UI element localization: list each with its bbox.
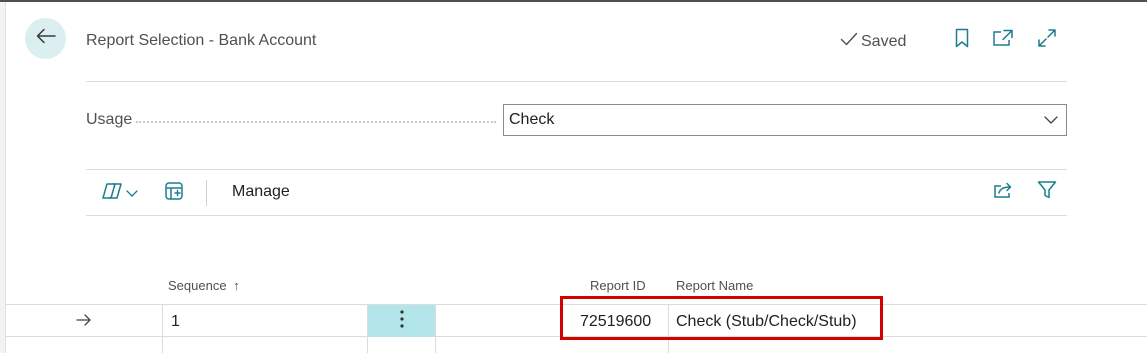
row-indicator-arrow-icon xyxy=(75,311,93,329)
bookmark-icon xyxy=(955,28,969,53)
column-header-report-name[interactable]: Report Name xyxy=(676,278,753,293)
copilot-icon xyxy=(101,181,123,206)
open-in-new-window-button[interactable] xyxy=(991,28,1015,52)
check-icon xyxy=(840,32,858,51)
filter-button[interactable] xyxy=(1035,180,1059,204)
new-line-icon xyxy=(164,181,184,206)
manage-menu-button[interactable]: Manage xyxy=(232,183,290,201)
share-icon xyxy=(993,181,1013,204)
new-line-button[interactable] xyxy=(162,181,186,205)
expand-icon xyxy=(1037,28,1057,53)
share-button[interactable] xyxy=(991,180,1015,204)
open-new-window-icon xyxy=(992,29,1014,52)
expand-button[interactable] xyxy=(1035,28,1059,52)
toolbar-top-divider xyxy=(86,169,1067,170)
bookmark-button[interactable] xyxy=(950,28,974,52)
cell-divider xyxy=(435,304,436,353)
copilot-button[interactable] xyxy=(98,181,140,205)
back-arrow-icon xyxy=(36,28,56,49)
page-title: Report Selection - Bank Account xyxy=(86,32,317,49)
window-top-border xyxy=(0,0,1147,2)
column-header-sequence[interactable]: Sequence ↑ xyxy=(168,278,240,293)
highlight-annotation-box xyxy=(560,296,883,340)
header-divider xyxy=(86,81,1067,82)
left-edge-panel xyxy=(0,2,6,353)
sequence-cell[interactable]: 1 xyxy=(171,313,180,331)
more-options-icon xyxy=(399,309,404,333)
usage-select-value: Check xyxy=(509,111,555,128)
sort-ascending-icon: ↑ xyxy=(233,278,240,293)
usage-leader-dots xyxy=(136,121,496,123)
column-header-sequence-label: Sequence xyxy=(168,278,227,293)
toolbar-bottom-divider xyxy=(86,215,1067,216)
chevron-down-icon xyxy=(125,184,138,202)
toolbar-separator xyxy=(206,180,207,206)
usage-select[interactable]: Check xyxy=(503,104,1067,136)
row-actions-button[interactable] xyxy=(368,305,435,337)
chevron-down-icon xyxy=(1044,111,1058,129)
back-button[interactable] xyxy=(25,18,66,59)
save-status-label: Saved xyxy=(861,32,907,50)
usage-label: Usage xyxy=(86,111,133,128)
column-header-report-id[interactable]: Report ID xyxy=(590,278,646,293)
cell-divider xyxy=(162,304,163,353)
save-status: Saved xyxy=(840,32,906,51)
filter-icon xyxy=(1037,180,1057,205)
